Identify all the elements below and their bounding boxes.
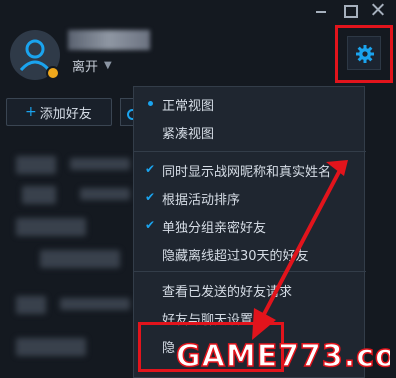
selected-dot-icon xyxy=(148,101,153,106)
checkmark-icon: ✔ xyxy=(145,190,156,204)
list-item[interactable] xyxy=(0,150,140,180)
maximize-icon[interactable] xyxy=(343,3,358,18)
settings-highlight-box xyxy=(335,25,393,83)
settings-button[interactable] xyxy=(347,36,381,70)
list-item[interactable] xyxy=(0,290,140,320)
menu-item-label: 根据活动排序 xyxy=(162,192,241,208)
menu-item-label: 紧凑视图 xyxy=(162,126,215,142)
menu-item-compact-view[interactable]: 紧凑视图 xyxy=(134,120,366,144)
gear-icon xyxy=(356,45,374,63)
site-watermark: GAME773.com xyxy=(172,334,390,374)
menu-item-label: 单独分组亲密好友 xyxy=(162,220,267,236)
menu-divider xyxy=(134,151,366,152)
checkmark-icon: ✔ xyxy=(145,162,156,176)
chevron-down-icon: ▼ xyxy=(104,59,112,71)
watermark-text: GAME773.com xyxy=(176,339,390,374)
menu-item-show-real-name[interactable]: ✔ 同时显示战网昵称和真实姓名 xyxy=(134,158,366,182)
checkmark-icon: ✔ xyxy=(145,218,156,232)
list-item[interactable] xyxy=(0,212,140,242)
list-item[interactable] xyxy=(0,244,140,274)
menu-item-label: 查看已发送的好友请求 xyxy=(162,284,293,300)
status-label: 离开 xyxy=(72,59,99,75)
menu-item-normal-view[interactable]: 正常视图 xyxy=(134,92,366,116)
menu-item-sent-requests[interactable]: 查看已发送的好友请求 xyxy=(134,278,366,302)
menu-item-label: 同时显示战网昵称和真实姓名 xyxy=(162,164,332,180)
away-status-icon xyxy=(46,66,60,80)
add-friend-button[interactable]: + 添加好友 xyxy=(6,98,112,126)
close-icon[interactable] xyxy=(371,3,385,17)
list-item[interactable] xyxy=(0,180,140,210)
menu-item-hide-offline[interactable]: 隐藏离线超过30天的好友 xyxy=(134,242,366,266)
minimize-icon[interactable] xyxy=(314,3,328,17)
menu-item-group-favorites[interactable]: ✔ 单独分组亲密好友 xyxy=(134,214,366,238)
menu-divider xyxy=(134,271,366,272)
add-friend-label: 添加好友 xyxy=(39,106,92,122)
status-selector[interactable]: 离开 ▼ xyxy=(72,56,112,75)
title-bar xyxy=(0,0,396,22)
menu-item-sort-by-activity[interactable]: ✔ 根据活动排序 xyxy=(134,186,366,210)
menu-item-label: 正常视图 xyxy=(162,98,215,114)
username-blurred xyxy=(68,30,150,50)
list-item[interactable] xyxy=(0,332,140,362)
menu-item-label: 隐藏离线超过30天的好友 xyxy=(162,248,309,264)
plus-icon: + xyxy=(25,104,37,120)
